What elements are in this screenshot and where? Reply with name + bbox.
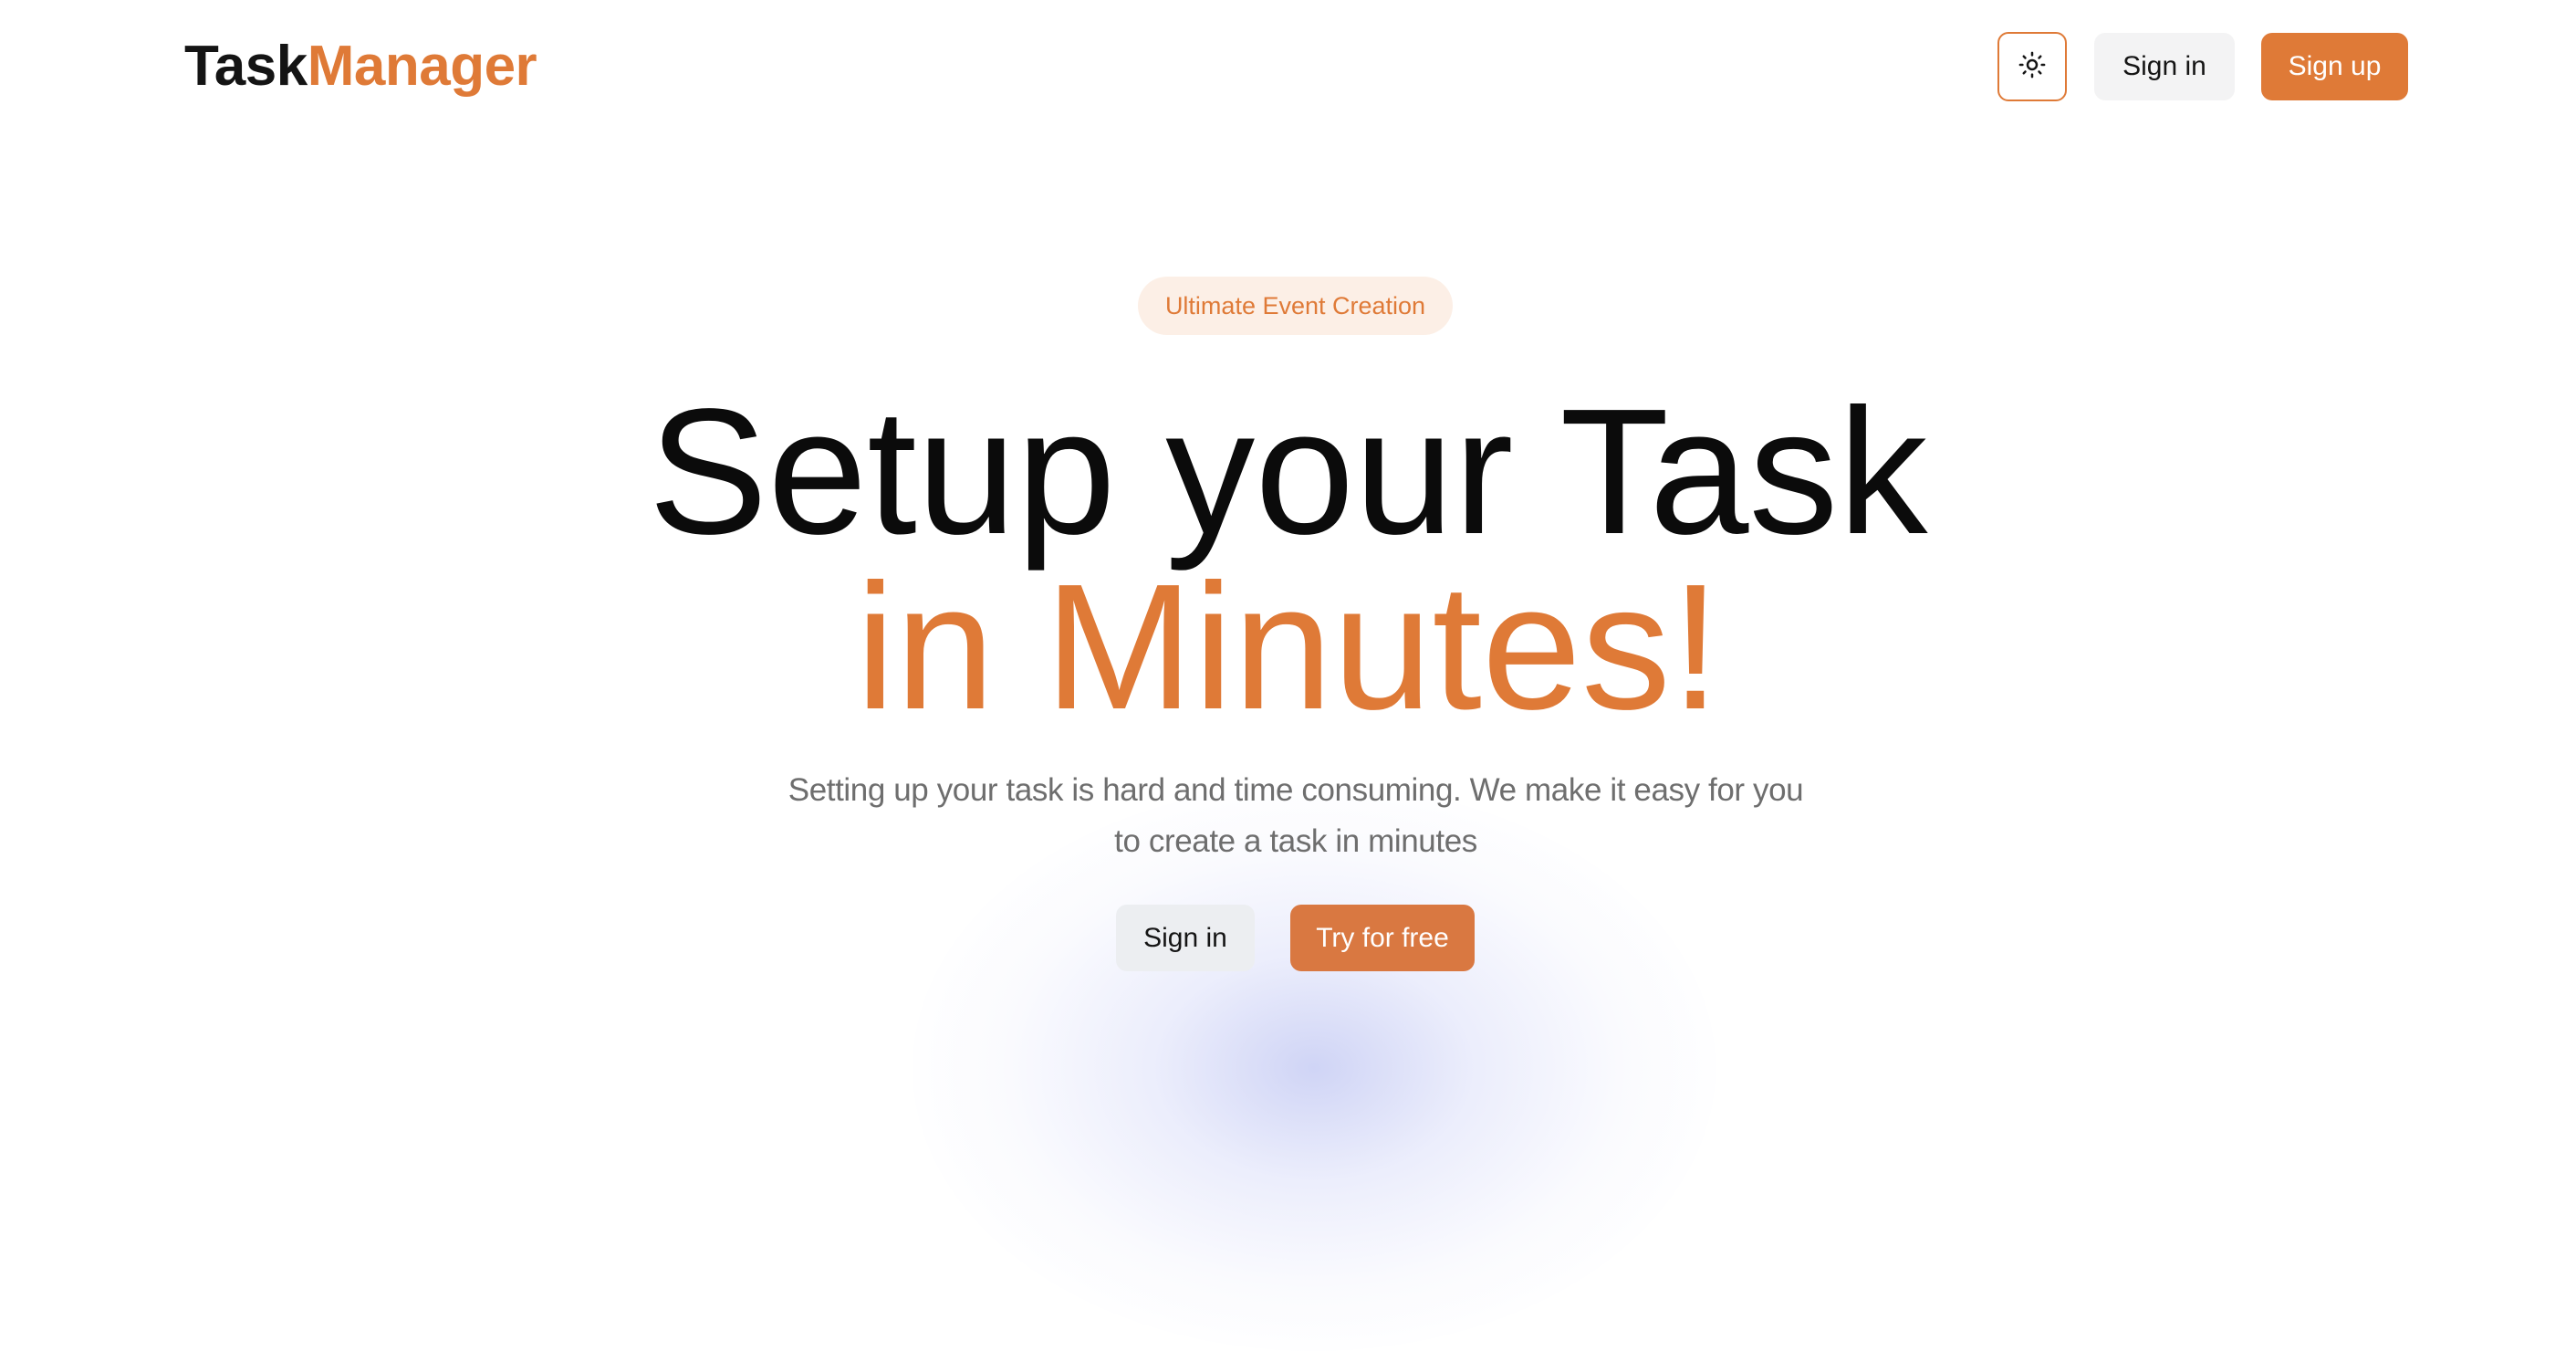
header-signin-button[interactable]: Sign in [2094,33,2235,100]
background-glow [913,785,1716,1351]
sun-icon [2018,51,2046,83]
logo[interactable]: TaskManager [184,33,537,100]
hero-title-line1: Setup your Task [648,372,1928,571]
try-for-free-button[interactable]: Try for free [1290,905,1475,971]
logo-manager: Manager [307,35,537,98]
logo-task: Task [184,35,308,98]
theme-toggle-button[interactable] [1997,32,2067,101]
header-signup-button[interactable]: Sign up [2261,33,2408,100]
top-nav: TaskManager Sign in Sign up [0,0,2576,135]
hero-title-line2: in Minutes! [855,547,1721,747]
hero-badge: Ultimate Event Creation [1138,277,1453,335]
hero-signin-button[interactable]: Sign in [1116,905,1255,971]
hero-subtitle: Setting up your task is hard and time co… [787,772,1804,859]
